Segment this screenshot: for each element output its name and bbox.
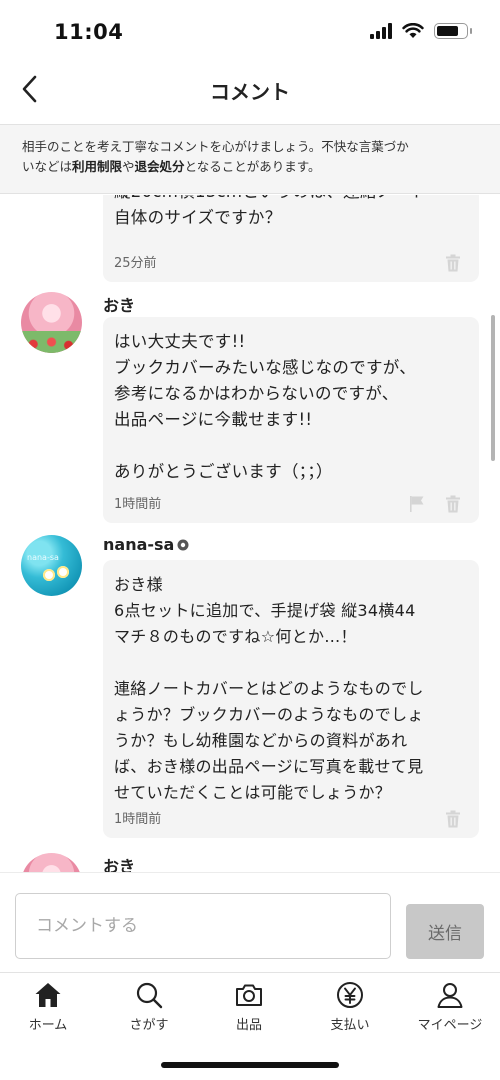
tab-payment[interactable]: 支払い	[305, 981, 395, 1037]
comment-actions	[445, 254, 461, 272]
comment-username[interactable]: おき	[103, 853, 135, 872]
notice-bold-withdrawal: 退会処分	[134, 159, 185, 174]
home-icon	[35, 983, 61, 1007]
home-indicator	[161, 1062, 339, 1068]
tab-label: 支払い	[330, 1018, 370, 1033]
tab-sell[interactable]: 出品	[204, 981, 294, 1037]
tab-mypage[interactable]: マイページ	[405, 981, 495, 1037]
avatar[interactable]	[21, 853, 82, 872]
tab-label: ホーム	[28, 1018, 68, 1033]
wifi-icon	[402, 23, 424, 38]
tab-home[interactable]: ホーム	[3, 981, 93, 1037]
comment-time: 25分前	[114, 256, 157, 271]
trash-icon[interactable]	[445, 810, 461, 828]
tab-label: マイページ	[417, 1018, 483, 1033]
tab-search[interactable]: さがす	[104, 981, 194, 1037]
username-text: nana-sa	[103, 535, 175, 554]
flag-icon[interactable]	[409, 495, 425, 513]
comment-time: 1時間前	[114, 497, 162, 512]
comment-text: 縦20cm横13cmというのは、連絡ノート 自体のサイズですか？	[114, 195, 427, 227]
signal-icon	[370, 23, 392, 39]
trash-icon[interactable]	[445, 495, 461, 513]
search-icon	[136, 982, 163, 1009]
comment-input-bar: 送信	[0, 872, 500, 972]
comment-actions	[445, 810, 461, 828]
comment-text: おき様 6点セットに追加で、手提げ袋 縦34横44 マチ８のものですね☆何とか……	[114, 575, 424, 802]
avatar-text: nana-sa	[27, 553, 59, 562]
comment-username[interactable]: nana-sa	[103, 535, 189, 554]
notice-text: となることがあります。	[184, 159, 321, 174]
notice-text: いなどは	[22, 159, 73, 174]
tab-label: さがす	[129, 1018, 169, 1033]
comment-bubble: 縦20cm横13cmというのは、連絡ノート 自体のサイズですか？ 25分前	[103, 195, 479, 282]
avatar[interactable]: nana-sa	[21, 535, 82, 596]
comment-bubble: はい大丈夫です!! ブックカバーみたいな感じなのですが、 参考になるかはわからな…	[103, 317, 479, 523]
comment-guideline-notice: 相手のことを考え丁寧なコメントを心がけましょう。不快な言葉づか いなどは利用制限…	[0, 124, 500, 194]
comment-bubble: おき様 6点セットに追加で、手提げ袋 縦34横44 マチ８のものですね☆何とか……	[103, 560, 479, 838]
notice-line-1: 相手のことを考え丁寧なコメントを心がけましょう。不快な言葉づか	[22, 139, 409, 154]
send-button[interactable]: 送信	[406, 904, 484, 959]
yen-icon	[337, 982, 363, 1008]
comment-input[interactable]	[15, 893, 391, 959]
status-icons	[370, 23, 472, 39]
status-bar: 11:04	[0, 0, 500, 64]
comment-text: はい大丈夫です!! ブックカバーみたいな感じなのですが、 参考になるかはわからな…	[114, 332, 417, 481]
status-time: 11:04	[54, 20, 124, 44]
comment-list[interactable]: 縦20cm横13cmというのは、連絡ノート 自体のサイズですか？ 25分前 おき…	[0, 195, 500, 872]
camera-icon	[236, 984, 262, 1006]
notice-line-2: いなどは利用制限や退会処分となることがあります。	[22, 157, 478, 177]
battery-icon	[434, 23, 472, 39]
battery-level	[437, 26, 458, 36]
notice-text: や	[122, 159, 135, 174]
scrollbar[interactable]	[491, 315, 495, 461]
comment-username[interactable]: おき	[103, 292, 135, 316]
verified-badge-icon	[177, 539, 189, 550]
notice-bold-usage-restriction: 利用制限	[72, 159, 123, 174]
page-title: コメント	[210, 80, 290, 104]
avatar[interactable]	[21, 292, 82, 353]
person-icon	[437, 983, 463, 1008]
comment-time: 1時間前	[114, 812, 162, 827]
comment-actions	[409, 495, 461, 513]
header: コメント	[0, 64, 500, 114]
tab-label: 出品	[235, 1018, 262, 1033]
trash-icon[interactable]	[445, 254, 461, 272]
